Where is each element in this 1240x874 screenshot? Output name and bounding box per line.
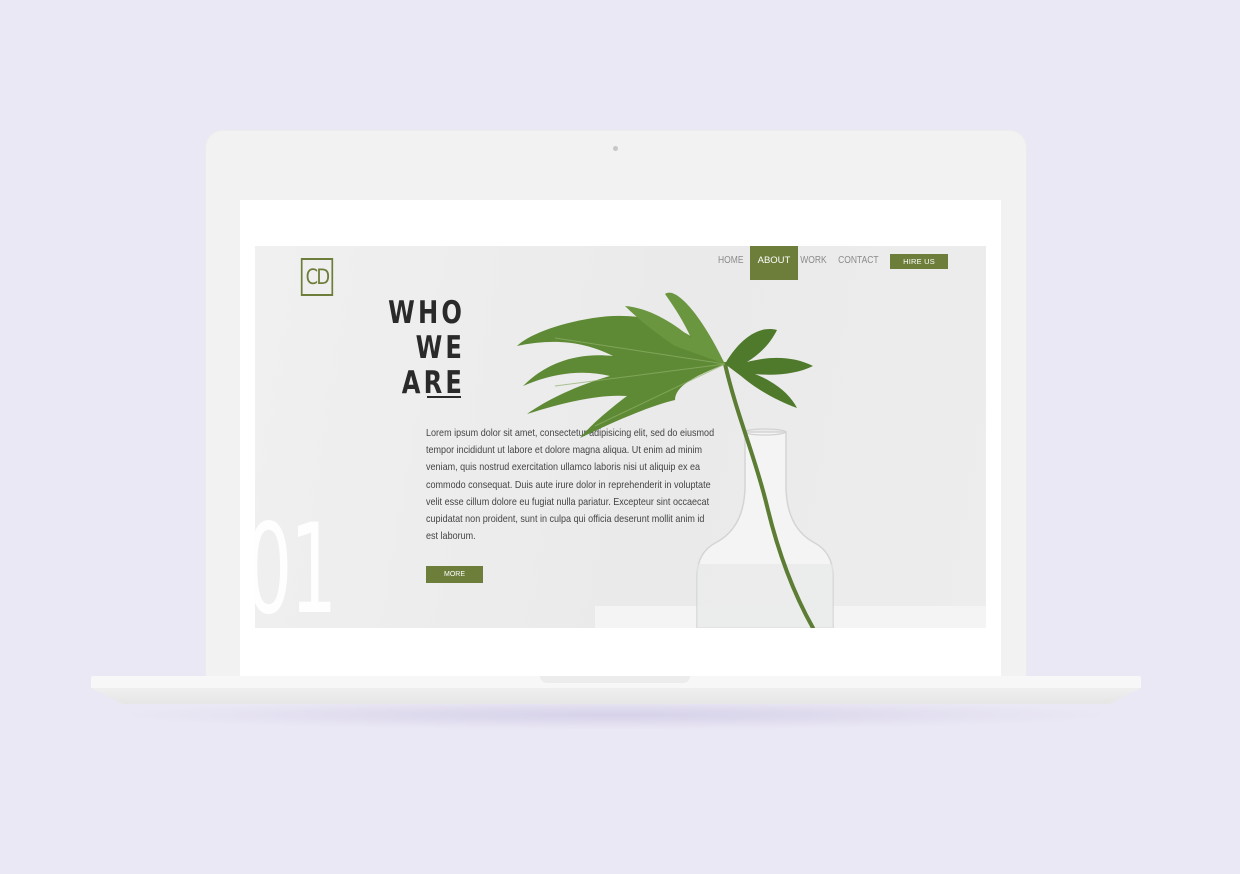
website-hero: 01 CD HOME ABOUT WORK CONTACT HIRE US WH…: [255, 246, 986, 628]
title-line-1: WHO: [388, 295, 465, 331]
title-divider: [427, 396, 461, 398]
laptop-shadow: [110, 700, 1120, 730]
section-number: 01: [255, 498, 337, 628]
table-surface: [595, 606, 986, 628]
laptop-base-edge: [91, 688, 1141, 704]
nav-about[interactable]: ABOUT: [750, 246, 798, 280]
title-line-2: WE ARE: [401, 330, 465, 401]
laptop-camera: [613, 146, 618, 151]
main-nav: HOME ABOUT WORK CONTACT HIRE US: [255, 246, 986, 280]
hire-us-button[interactable]: HIRE US: [890, 254, 948, 269]
nav-home[interactable]: HOME: [718, 246, 744, 280]
laptop-notch: [540, 676, 690, 683]
page-title: WHO WE ARE: [370, 296, 465, 401]
more-button[interactable]: MORE: [426, 566, 483, 583]
nav-contact[interactable]: CONTACT: [838, 246, 879, 280]
nav-work[interactable]: WORK: [799, 246, 828, 280]
about-paragraph: Lorem ipsum dolor sit amet, consectetur …: [426, 427, 715, 543]
